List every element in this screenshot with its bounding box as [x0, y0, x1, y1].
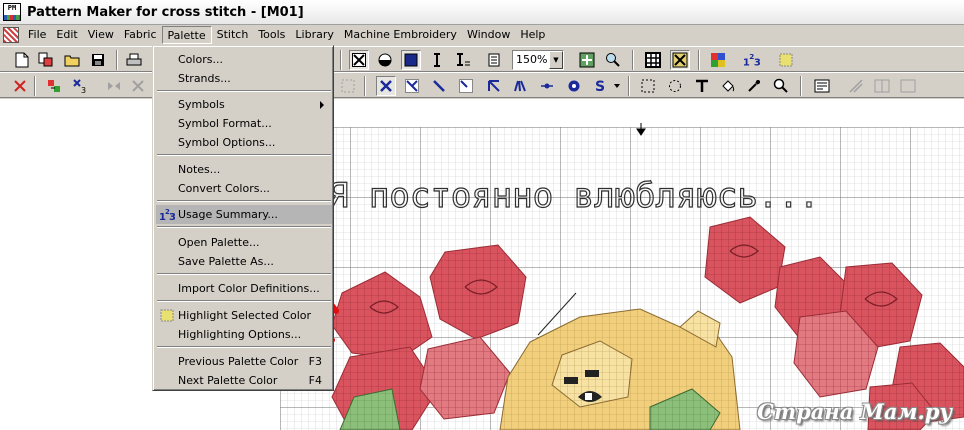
menu-item-convert-colors[interactable]: Convert Colors...	[156, 179, 332, 198]
menu-item-symbol-format[interactable]: Symbol Format...	[156, 114, 332, 133]
palette-menu: Colors... Strands... Symbols Symbol Form…	[152, 45, 334, 391]
fill-bucket-icon[interactable]	[718, 76, 738, 96]
menu-palette[interactable]: Palette	[161, 26, 212, 44]
zoom-icon[interactable]	[603, 50, 623, 70]
menu-item-highlighting-options[interactable]: Highlighting Options...	[156, 325, 332, 344]
center-marker-icon	[636, 123, 646, 136]
new-from-template-icon[interactable]	[36, 50, 56, 70]
document-icon[interactable]	[3, 27, 19, 43]
special-stitch-icon[interactable]: S	[590, 76, 610, 96]
text-cursor-icon[interactable]	[427, 50, 447, 70]
select-rect-icon	[338, 76, 358, 96]
print-icon[interactable]	[124, 50, 144, 70]
svg-text:3: 3	[169, 212, 175, 222]
menu-help[interactable]: Help	[515, 26, 550, 44]
eyedropper-icon[interactable]	[744, 76, 764, 96]
highlight-icon	[160, 309, 174, 322]
menu-item-usage-summary[interactable]: 123 Usage Summary...	[156, 205, 332, 224]
zoom-value: 150%	[516, 53, 548, 66]
move-stitch-icon[interactable]	[44, 76, 64, 96]
rotate-icon	[128, 76, 148, 96]
menu-window[interactable]: Window	[462, 26, 515, 44]
split-view-icon	[872, 76, 892, 96]
svg-text:3: 3	[754, 57, 761, 68]
pattern-heading: Я постоянно влюбляюсь...	[328, 176, 819, 216]
three-quarter-cross-icon[interactable]	[402, 76, 422, 96]
select-tool-icon[interactable]	[638, 76, 658, 96]
window-view-icon	[898, 76, 918, 96]
menu-item-previous-palette-color[interactable]: Previous Palette Color F3	[156, 352, 332, 371]
quarter-stitch-icon[interactable]	[456, 76, 476, 96]
menu-item-next-palette-color[interactable]: Next Palette Color F4	[156, 371, 332, 390]
highlight-color-icon[interactable]	[776, 50, 796, 70]
chevron-down-icon[interactable]: ▼	[549, 51, 563, 69]
mirror-icon	[104, 76, 124, 96]
usage-summary-icon: 123	[159, 208, 175, 222]
swap-stitch-icon[interactable]: 3	[70, 76, 90, 96]
svg-text:3: 3	[81, 86, 86, 94]
french-knot-icon[interactable]	[537, 76, 557, 96]
backstitch-icon[interactable]	[484, 76, 504, 96]
color-block-icon[interactable]	[401, 50, 421, 70]
grid-icon[interactable]	[643, 50, 663, 70]
half-stitch-icon[interactable]	[429, 76, 449, 96]
open-folder-icon[interactable]	[62, 50, 82, 70]
new-file-icon[interactable]	[12, 50, 32, 70]
pattern-drawing: Я постоянно влюбляюсь...	[280, 127, 964, 430]
menu-item-strands[interactable]: Strands...	[156, 69, 332, 88]
stitch-toolbar: 3 S	[0, 72, 964, 98]
usage-summary-icon[interactable]: 123	[742, 50, 762, 70]
menu-fabric[interactable]: Fabric	[119, 26, 162, 44]
menu-stitch[interactable]: Stitch	[212, 26, 254, 44]
menu-item-notes[interactable]: Notes...	[156, 160, 332, 179]
menu-item-save-palette-as[interactable]: Save Palette As...	[156, 252, 332, 271]
lasso-icon[interactable]	[665, 76, 685, 96]
title-bar: PM Pattern Maker for cross stitch - [M01…	[0, 0, 964, 25]
menu-machine-embroidery[interactable]: Machine Embroidery	[339, 26, 462, 44]
window-title: Pattern Maker for cross stitch - [M01]	[27, 4, 304, 20]
svg-text:S: S	[595, 79, 605, 94]
menu-tools[interactable]: Tools	[253, 26, 290, 44]
save-icon[interactable]	[88, 50, 108, 70]
long-stitch-icon[interactable]	[510, 76, 530, 96]
full-cross-icon[interactable]	[376, 76, 396, 96]
watermark: Страна Мам.ру	[757, 399, 952, 424]
zoom-fit-icon[interactable]	[577, 50, 597, 70]
split-stitch-icon	[846, 76, 866, 96]
half-fill-icon[interactable]	[375, 50, 395, 70]
menu-item-import-color-definitions[interactable]: Import Color Definitions...	[156, 279, 332, 298]
menu-bar: File Edit View Fabric Palette Stitch Too…	[0, 25, 964, 45]
main-toolbar: 150% ▼ 123	[0, 46, 964, 72]
palette-colors-icon[interactable]	[708, 50, 728, 70]
magnify-icon[interactable]	[771, 76, 791, 96]
menu-item-colors[interactable]: Colors...	[156, 50, 332, 69]
special-dropdown-icon[interactable]	[612, 76, 622, 96]
menu-item-highlight-selected-color[interactable]: Highlight Selected Color	[156, 306, 332, 325]
menu-item-symbol-options[interactable]: Symbol Options...	[156, 133, 332, 152]
text-baseline-icon[interactable]	[453, 50, 473, 70]
work-area: Я постоянно влюбляюсь... Страна Мам.ру	[0, 99, 964, 430]
menu-item-open-palette[interactable]: Open Palette...	[156, 233, 332, 252]
bead-icon[interactable]	[564, 76, 584, 96]
delete-icon[interactable]	[10, 76, 30, 96]
menu-view[interactable]: View	[83, 26, 119, 44]
text-tool-icon[interactable]	[692, 76, 712, 96]
stitch-list-icon[interactable]	[812, 76, 832, 96]
menu-file[interactable]: File	[23, 26, 51, 44]
app-icon: PM	[3, 3, 21, 21]
menu-library[interactable]: Library	[290, 26, 338, 44]
pattern-canvas[interactable]: Я постоянно влюбляюсь...	[280, 127, 964, 430]
zoom-select[interactable]: 150% ▼	[512, 50, 564, 70]
menu-edit[interactable]: Edit	[51, 26, 82, 44]
menu-item-symbols[interactable]: Symbols	[156, 95, 332, 114]
list-icon[interactable]	[484, 50, 504, 70]
full-stitch-icon[interactable]	[349, 50, 369, 70]
cross-view-icon[interactable]	[670, 50, 690, 70]
submenu-arrow-icon	[320, 101, 324, 109]
